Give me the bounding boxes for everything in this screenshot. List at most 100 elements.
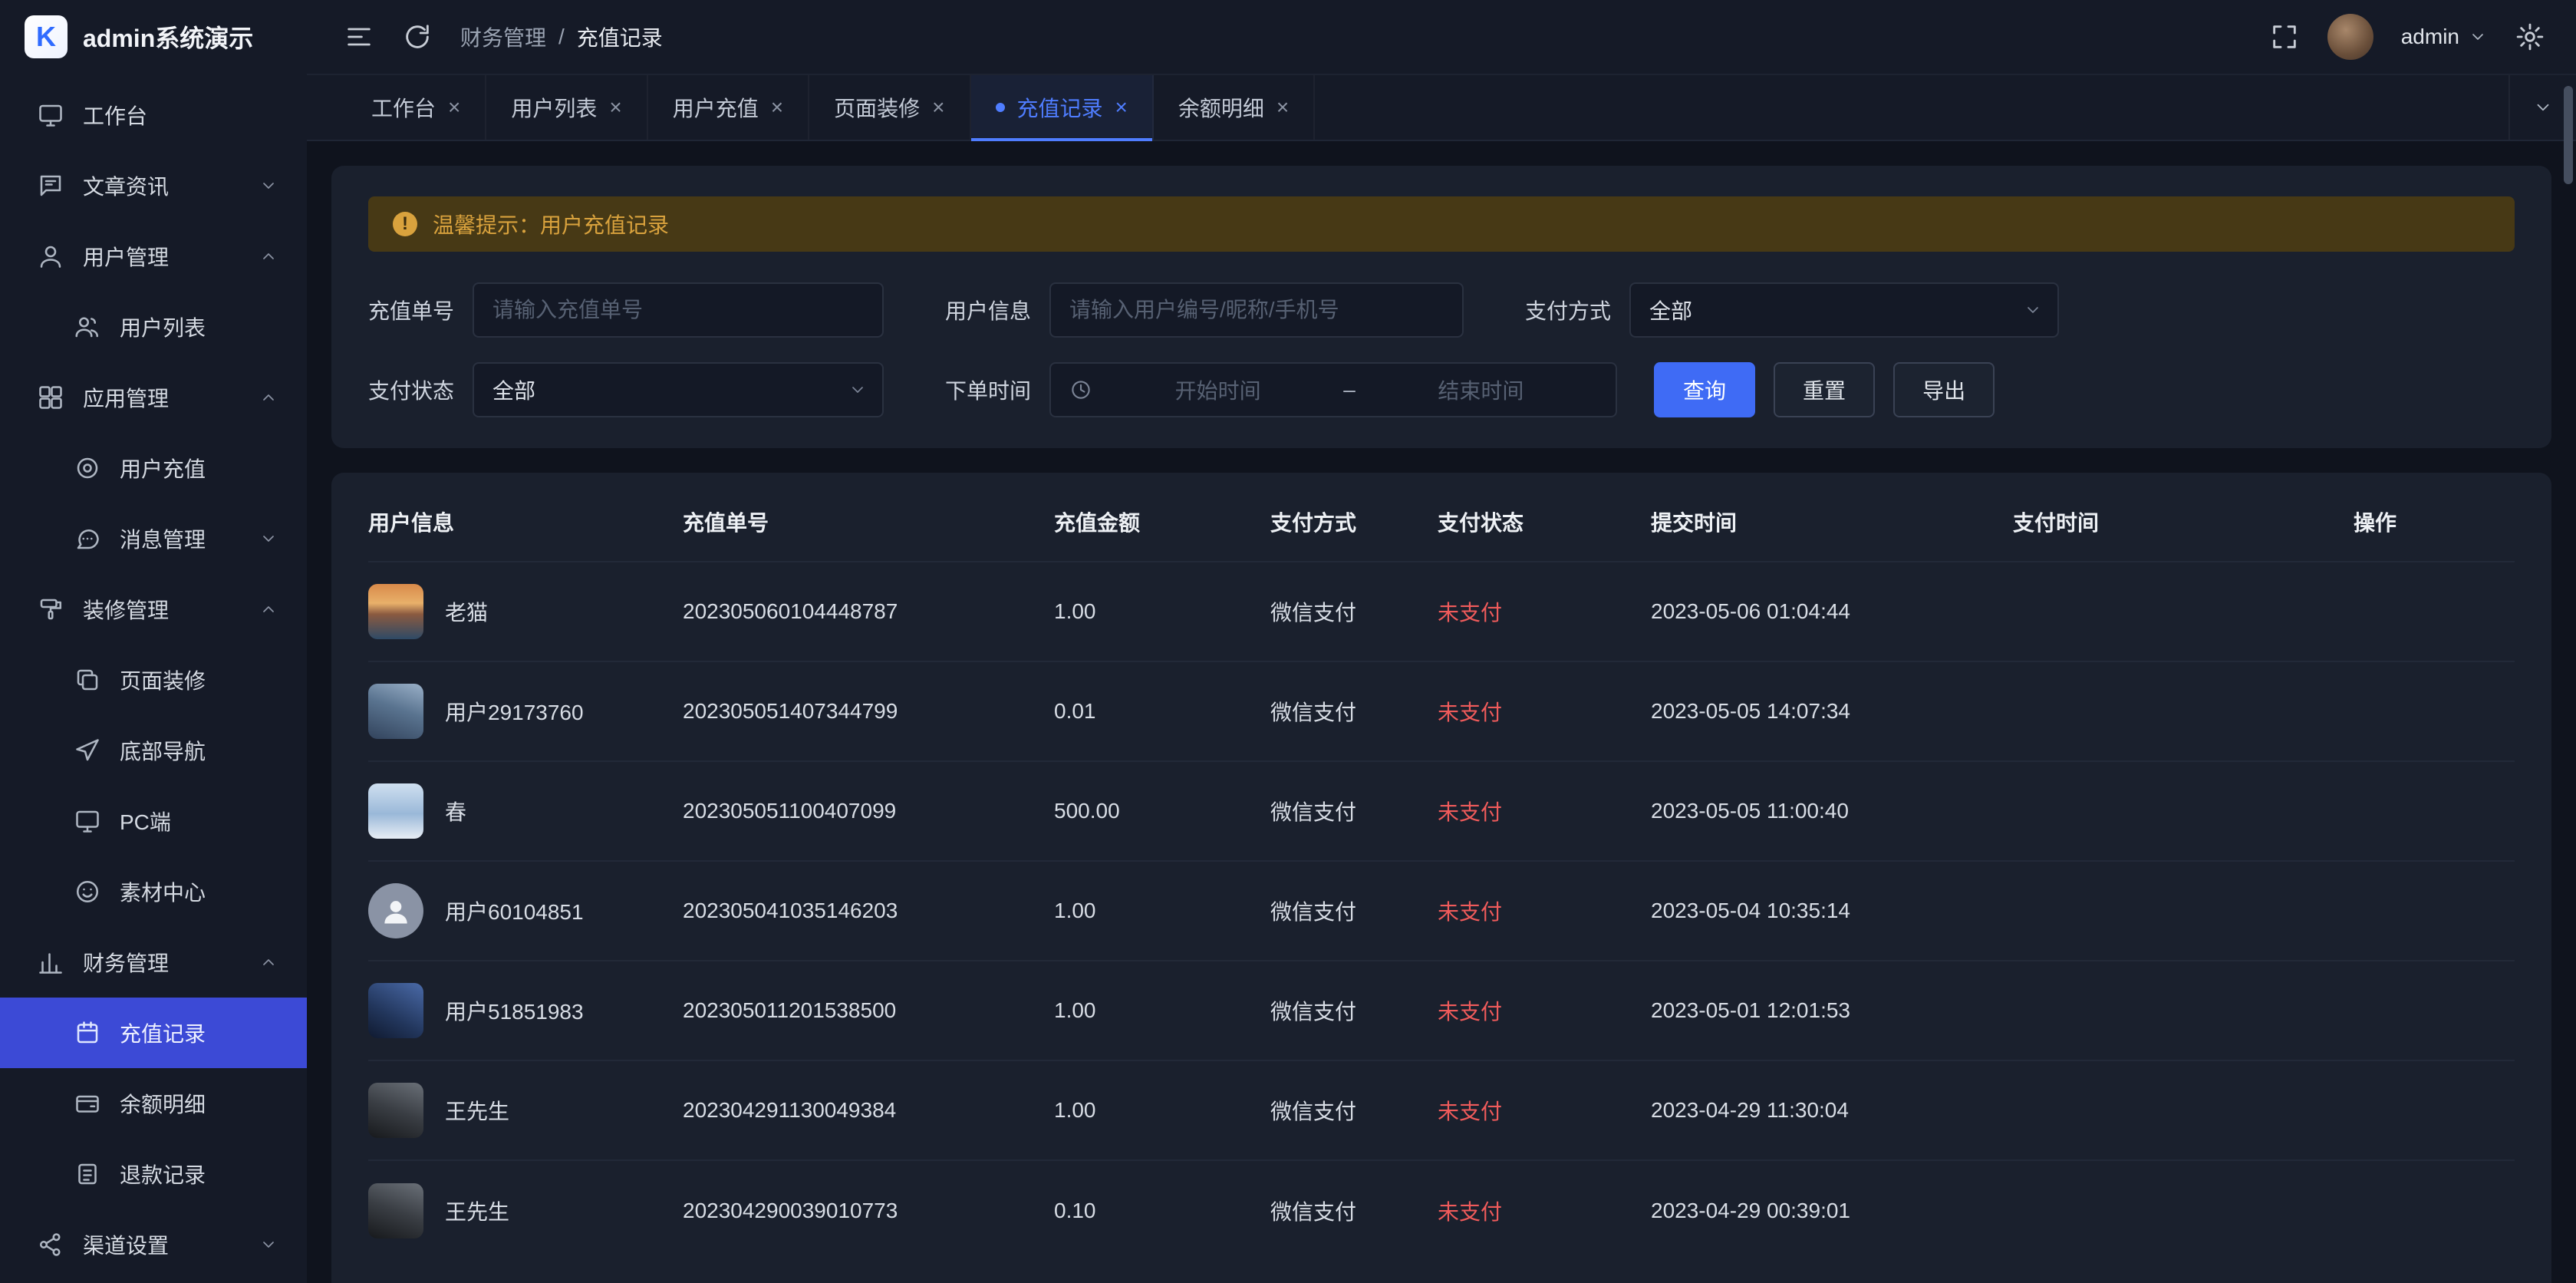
row-pay-method: 微信支付 xyxy=(1270,562,1438,661)
row-action xyxy=(2354,661,2515,761)
sidebar-item-balance-details[interactable]: 余额明细 xyxy=(0,1068,307,1139)
sidebar-item-finance-management[interactable]: 财务管理 xyxy=(0,927,307,998)
row-order-no: 202304290039010773 xyxy=(683,1160,1054,1260)
search-button[interactable]: 查询 xyxy=(1654,362,1755,417)
table-row: 用户51851983 202305011201538500 1.00 微信支付 … xyxy=(368,961,2515,1060)
sidebar-item-workbench[interactable]: 工作台 xyxy=(0,80,307,150)
active-tab-indicator-dot xyxy=(996,103,1005,112)
tab-label: 充值记录 xyxy=(1017,92,1103,123)
warning-icon: ! xyxy=(393,212,417,236)
row-amount: 0.10 xyxy=(1054,1160,1270,1260)
tab-page-decoration[interactable]: 页面装修 × xyxy=(809,75,970,140)
page-scrollbar-thumb[interactable] xyxy=(2564,86,2573,184)
export-button[interactable]: 导出 xyxy=(1893,362,1995,417)
document-icon xyxy=(74,1160,101,1188)
end-time-placeholder[interactable]: 结束时间 xyxy=(1365,374,1597,405)
collapse-menu-icon[interactable] xyxy=(344,21,374,52)
breadcrumb-parent[interactable]: 财务管理 xyxy=(460,21,546,52)
row-amount: 1.00 xyxy=(1054,961,1270,1060)
pay-method-select[interactable]: 全部 xyxy=(1629,282,2059,338)
start-time-placeholder[interactable]: 开始时间 xyxy=(1102,374,1334,405)
close-icon[interactable]: × xyxy=(1276,97,1289,118)
order-no-label: 充值单号 xyxy=(368,295,454,325)
tab-label: 用户充值 xyxy=(673,92,759,123)
row-order-no: 202304291130049384 xyxy=(683,1060,1054,1160)
col-action: 操作 xyxy=(2354,482,2515,562)
table-row: 王先生 202304291130049384 1.00 微信支付 未支付 202… xyxy=(368,1060,2515,1160)
settings-gear-icon[interactable] xyxy=(2515,21,2545,52)
close-icon[interactable]: × xyxy=(771,97,783,118)
admin-app: K admin系统演示 工作台 文章资讯 用户管理 用户列表 xyxy=(0,0,2576,1283)
sidebar-item-material-center[interactable]: 素材中心 xyxy=(0,856,307,927)
sidebar-item-decoration-management[interactable]: 装修管理 xyxy=(0,574,307,645)
row-pay-status: 未支付 xyxy=(1438,761,1651,861)
chevron-down-icon xyxy=(2533,97,2553,117)
sidebar-item-message-management[interactable]: 消息管理 xyxy=(0,503,307,574)
tab-balance-details[interactable]: 余额明细 × xyxy=(1154,75,1315,140)
row-action xyxy=(2354,961,2515,1060)
sidebar-item-label: 工作台 xyxy=(83,100,279,130)
main-area: 财务管理 / 充值记录 admin 工作台 × 用户列表 × xyxy=(307,0,2576,1283)
row-avatar xyxy=(368,584,423,639)
paint-roller-icon xyxy=(37,595,64,623)
sidebar-item-articles[interactable]: 文章资讯 xyxy=(0,150,307,221)
sidebar-item-channel-settings[interactable]: 渠道设置 xyxy=(0,1209,307,1280)
pay-status-select[interactable]: 全部 xyxy=(473,362,884,417)
records-table: 用户信息 充值单号 充值金额 支付方式 支付状态 提交时间 支付时间 操作 老猫 xyxy=(368,482,2515,1260)
bar-chart-icon xyxy=(37,948,64,976)
col-submit-time: 提交时间 xyxy=(1651,482,2013,562)
breadcrumb: 财务管理 / 充值记录 xyxy=(460,21,663,52)
tab-label: 工作台 xyxy=(371,92,436,123)
sidebar-item-user-list[interactable]: 用户列表 xyxy=(0,292,307,362)
app-logo: K admin系统演示 xyxy=(0,0,307,74)
tab-user-list[interactable]: 用户列表 × xyxy=(486,75,647,140)
users-icon xyxy=(74,313,101,341)
close-icon[interactable]: × xyxy=(448,97,460,118)
chevron-down-icon xyxy=(258,1234,279,1255)
user-menu[interactable]: admin xyxy=(2401,25,2487,49)
col-order-no: 充值单号 xyxy=(683,482,1054,562)
row-pay-method: 微信支付 xyxy=(1270,761,1438,861)
col-user-info: 用户信息 xyxy=(368,482,683,562)
row-username: 用户60104851 xyxy=(445,895,584,926)
row-action xyxy=(2354,861,2515,961)
row-pay-time xyxy=(2013,1060,2354,1160)
sidebar-item-page-decoration[interactable]: 页面装修 xyxy=(0,645,307,715)
app-title: admin系统演示 xyxy=(83,19,253,54)
sidebar-item-pc-side[interactable]: PC端 xyxy=(0,786,307,856)
sidebar-item-refund-records[interactable]: 退款记录 xyxy=(0,1139,307,1209)
table-header-row: 用户信息 充值单号 充值金额 支付方式 支付状态 提交时间 支付时间 操作 xyxy=(368,482,2515,562)
order-time-range-picker[interactable]: 开始时间 – 结束时间 xyxy=(1049,362,1617,417)
sidebar-item-user-recharge[interactable]: 用户充值 xyxy=(0,433,307,503)
sidebar-item-user-management[interactable]: 用户管理 xyxy=(0,221,307,292)
row-submit-time: 2023-05-01 12:01:53 xyxy=(1651,961,2013,1060)
row-pay-status: 未支付 xyxy=(1438,562,1651,661)
sidebar-item-app-management[interactable]: 应用管理 xyxy=(0,362,307,433)
row-order-no: 202305041035146203 xyxy=(683,861,1054,961)
close-icon[interactable]: × xyxy=(609,97,621,118)
sidebar-item-recharge-records[interactable]: 充值记录 xyxy=(0,998,307,1068)
row-amount: 0.01 xyxy=(1054,661,1270,761)
user-avatar[interactable] xyxy=(2327,14,2373,60)
close-icon[interactable]: × xyxy=(932,97,944,118)
chevron-down-icon xyxy=(258,528,279,549)
user-info-input[interactable] xyxy=(1049,282,1464,338)
tab-workbench[interactable]: 工作台 × xyxy=(347,75,486,140)
reset-button[interactable]: 重置 xyxy=(1774,362,1875,417)
pay-status-value: 全部 xyxy=(492,374,535,405)
chat-icon xyxy=(74,525,101,552)
sidebar-item-label: 文章资讯 xyxy=(83,170,239,201)
tab-user-recharge[interactable]: 用户充值 × xyxy=(648,75,809,140)
sidebar-item-bottom-nav[interactable]: 底部导航 xyxy=(0,715,307,786)
fullscreen-icon[interactable] xyxy=(2269,21,2300,52)
alert-text: 温馨提示：用户充值记录 xyxy=(433,209,669,239)
order-no-input[interactable] xyxy=(473,282,884,338)
chevron-up-icon xyxy=(258,246,279,267)
pay-method-label: 支付方式 xyxy=(1525,295,1611,325)
close-icon[interactable]: × xyxy=(1115,97,1128,118)
refresh-icon[interactable] xyxy=(402,21,433,52)
monitor-icon xyxy=(74,807,101,835)
row-avatar xyxy=(368,1183,423,1238)
row-action xyxy=(2354,562,2515,661)
tab-recharge-records[interactable]: 充值记录 × xyxy=(971,75,1154,140)
